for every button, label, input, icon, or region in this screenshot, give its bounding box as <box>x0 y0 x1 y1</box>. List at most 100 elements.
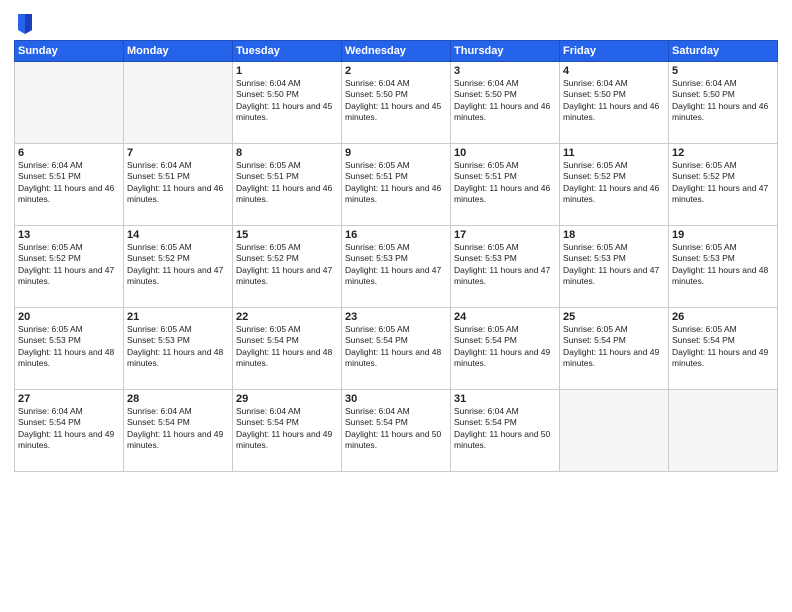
day-number: 16 <box>345 229 447 241</box>
day-number: 21 <box>127 311 229 323</box>
calendar-cell: 12Sunrise: 6:05 AMSunset: 5:52 PMDayligh… <box>669 144 778 226</box>
cell-info: Sunrise: 6:05 AMSunset: 5:53 PMDaylight:… <box>127 324 229 370</box>
cell-info: Sunrise: 6:04 AMSunset: 5:54 PMDaylight:… <box>127 406 229 452</box>
cell-info: Sunrise: 6:05 AMSunset: 5:51 PMDaylight:… <box>236 160 338 206</box>
cell-info: Sunrise: 6:05 AMSunset: 5:54 PMDaylight:… <box>345 324 447 370</box>
day-number: 28 <box>127 393 229 405</box>
calendar-week-4: 20Sunrise: 6:05 AMSunset: 5:53 PMDayligh… <box>15 308 778 390</box>
day-number: 30 <box>345 393 447 405</box>
day-number: 24 <box>454 311 556 323</box>
day-number: 8 <box>236 147 338 159</box>
day-number: 12 <box>672 147 774 159</box>
day-number: 17 <box>454 229 556 241</box>
calendar-cell: 31Sunrise: 6:04 AMSunset: 5:54 PMDayligh… <box>451 390 560 472</box>
calendar-cell: 2Sunrise: 6:04 AMSunset: 5:50 PMDaylight… <box>342 62 451 144</box>
cell-info: Sunrise: 6:05 AMSunset: 5:51 PMDaylight:… <box>345 160 447 206</box>
calendar-cell: 18Sunrise: 6:05 AMSunset: 5:53 PMDayligh… <box>560 226 669 308</box>
calendar-cell <box>15 62 124 144</box>
calendar-cell: 14Sunrise: 6:05 AMSunset: 5:52 PMDayligh… <box>124 226 233 308</box>
day-number: 25 <box>563 311 665 323</box>
cell-info: Sunrise: 6:05 AMSunset: 5:53 PMDaylight:… <box>18 324 120 370</box>
day-number: 10 <box>454 147 556 159</box>
day-number: 1 <box>236 65 338 77</box>
day-number: 2 <box>345 65 447 77</box>
calendar-week-3: 13Sunrise: 6:05 AMSunset: 5:52 PMDayligh… <box>15 226 778 308</box>
day-number: 11 <box>563 147 665 159</box>
weekday-header-monday: Monday <box>124 41 233 62</box>
calendar-cell: 23Sunrise: 6:05 AMSunset: 5:54 PMDayligh… <box>342 308 451 390</box>
calendar-cell: 28Sunrise: 6:04 AMSunset: 5:54 PMDayligh… <box>124 390 233 472</box>
day-number: 26 <box>672 311 774 323</box>
cell-info: Sunrise: 6:05 AMSunset: 5:52 PMDaylight:… <box>563 160 665 206</box>
calendar-cell: 25Sunrise: 6:05 AMSunset: 5:54 PMDayligh… <box>560 308 669 390</box>
day-number: 3 <box>454 65 556 77</box>
cell-info: Sunrise: 6:04 AMSunset: 5:50 PMDaylight:… <box>672 78 774 124</box>
calendar-cell: 6Sunrise: 6:04 AMSunset: 5:51 PMDaylight… <box>15 144 124 226</box>
day-number: 23 <box>345 311 447 323</box>
calendar-cell: 21Sunrise: 6:05 AMSunset: 5:53 PMDayligh… <box>124 308 233 390</box>
calendar-cell: 30Sunrise: 6:04 AMSunset: 5:54 PMDayligh… <box>342 390 451 472</box>
weekday-header-row: SundayMondayTuesdayWednesdayThursdayFrid… <box>15 41 778 62</box>
cell-info: Sunrise: 6:04 AMSunset: 5:50 PMDaylight:… <box>454 78 556 124</box>
cell-info: Sunrise: 6:04 AMSunset: 5:50 PMDaylight:… <box>345 78 447 124</box>
cell-info: Sunrise: 6:05 AMSunset: 5:52 PMDaylight:… <box>127 242 229 288</box>
cell-info: Sunrise: 6:04 AMSunset: 5:50 PMDaylight:… <box>563 78 665 124</box>
calendar-cell: 27Sunrise: 6:04 AMSunset: 5:54 PMDayligh… <box>15 390 124 472</box>
cell-info: Sunrise: 6:04 AMSunset: 5:54 PMDaylight:… <box>236 406 338 452</box>
weekday-header-saturday: Saturday <box>669 41 778 62</box>
calendar-cell: 9Sunrise: 6:05 AMSunset: 5:51 PMDaylight… <box>342 144 451 226</box>
logo <box>14 14 34 34</box>
calendar-cell: 4Sunrise: 6:04 AMSunset: 5:50 PMDaylight… <box>560 62 669 144</box>
calendar-cell: 8Sunrise: 6:05 AMSunset: 5:51 PMDaylight… <box>233 144 342 226</box>
calendar-cell <box>560 390 669 472</box>
calendar-cell: 10Sunrise: 6:05 AMSunset: 5:51 PMDayligh… <box>451 144 560 226</box>
cell-info: Sunrise: 6:04 AMSunset: 5:50 PMDaylight:… <box>236 78 338 124</box>
cell-info: Sunrise: 6:04 AMSunset: 5:51 PMDaylight:… <box>127 160 229 206</box>
calendar-cell: 26Sunrise: 6:05 AMSunset: 5:54 PMDayligh… <box>669 308 778 390</box>
cell-info: Sunrise: 6:04 AMSunset: 5:54 PMDaylight:… <box>454 406 556 452</box>
day-number: 20 <box>18 311 120 323</box>
day-number: 27 <box>18 393 120 405</box>
cell-info: Sunrise: 6:05 AMSunset: 5:54 PMDaylight:… <box>563 324 665 370</box>
calendar-cell: 3Sunrise: 6:04 AMSunset: 5:50 PMDaylight… <box>451 62 560 144</box>
day-number: 19 <box>672 229 774 241</box>
cell-info: Sunrise: 6:05 AMSunset: 5:54 PMDaylight:… <box>454 324 556 370</box>
header <box>14 10 778 34</box>
logo-icon <box>16 12 34 34</box>
weekday-header-tuesday: Tuesday <box>233 41 342 62</box>
calendar-cell: 24Sunrise: 6:05 AMSunset: 5:54 PMDayligh… <box>451 308 560 390</box>
cell-info: Sunrise: 6:05 AMSunset: 5:52 PMDaylight:… <box>18 242 120 288</box>
calendar-cell: 7Sunrise: 6:04 AMSunset: 5:51 PMDaylight… <box>124 144 233 226</box>
calendar-cell: 17Sunrise: 6:05 AMSunset: 5:53 PMDayligh… <box>451 226 560 308</box>
calendar-cell: 19Sunrise: 6:05 AMSunset: 5:53 PMDayligh… <box>669 226 778 308</box>
cell-info: Sunrise: 6:05 AMSunset: 5:54 PMDaylight:… <box>672 324 774 370</box>
page: SundayMondayTuesdayWednesdayThursdayFrid… <box>0 0 792 612</box>
calendar-cell: 20Sunrise: 6:05 AMSunset: 5:53 PMDayligh… <box>15 308 124 390</box>
cell-info: Sunrise: 6:05 AMSunset: 5:51 PMDaylight:… <box>454 160 556 206</box>
calendar-week-5: 27 Sunrise: 6:04 AMSunset: 5:54 PMDayligh… <box>15 390 778 472</box>
calendar-cell: 1Sunrise: 6:04 AMSunset: 5:50 PMDaylight… <box>233 62 342 144</box>
calendar-cell: 22Sunrise: 6:05 AMSunset: 5:54 PMDayligh… <box>233 308 342 390</box>
cell-info: Sunrise: 6:05 AMSunset: 5:53 PMDaylight:… <box>563 242 665 288</box>
calendar-cell: 5Sunrise: 6:04 AMSunset: 5:50 PMDaylight… <box>669 62 778 144</box>
calendar-week-1: 1Sunrise: 6:04 AMSunset: 5:50 PMDaylight… <box>15 62 778 144</box>
day-number: 18 <box>563 229 665 241</box>
cell-info: Sunrise: 6:04 AMSunset: 5:54 PMDaylight:… <box>345 406 447 452</box>
cell-info: Sunrise: 6:05 AMSunset: 5:52 PMDaylight:… <box>672 160 774 206</box>
calendar-cell: 29Sunrise: 6:04 AMSunset: 5:54 PMDayligh… <box>233 390 342 472</box>
weekday-header-thursday: Thursday <box>451 41 560 62</box>
cell-info: Sunrise: 6:05 AMSunset: 5:53 PMDaylight:… <box>345 242 447 288</box>
day-number: 6 <box>18 147 120 159</box>
day-number: 15 <box>236 229 338 241</box>
day-number: 7 <box>127 147 229 159</box>
weekday-header-friday: Friday <box>560 41 669 62</box>
day-number: 4 <box>563 65 665 77</box>
calendar-week-2: 6Sunrise: 6:04 AMSunset: 5:51 PMDaylight… <box>15 144 778 226</box>
day-number: 5 <box>672 65 774 77</box>
calendar-table: SundayMondayTuesdayWednesdayThursdayFrid… <box>14 40 778 472</box>
cell-info: Sunrise: 6:04 AMSunset: 5:51 PMDaylight:… <box>18 160 120 206</box>
calendar-cell: 13Sunrise: 6:05 AMSunset: 5:52 PMDayligh… <box>15 226 124 308</box>
calendar-cell <box>124 62 233 144</box>
cell-info: Sunrise: 6:05 AMSunset: 5:52 PMDaylight:… <box>236 242 338 288</box>
weekday-header-wednesday: Wednesday <box>342 41 451 62</box>
